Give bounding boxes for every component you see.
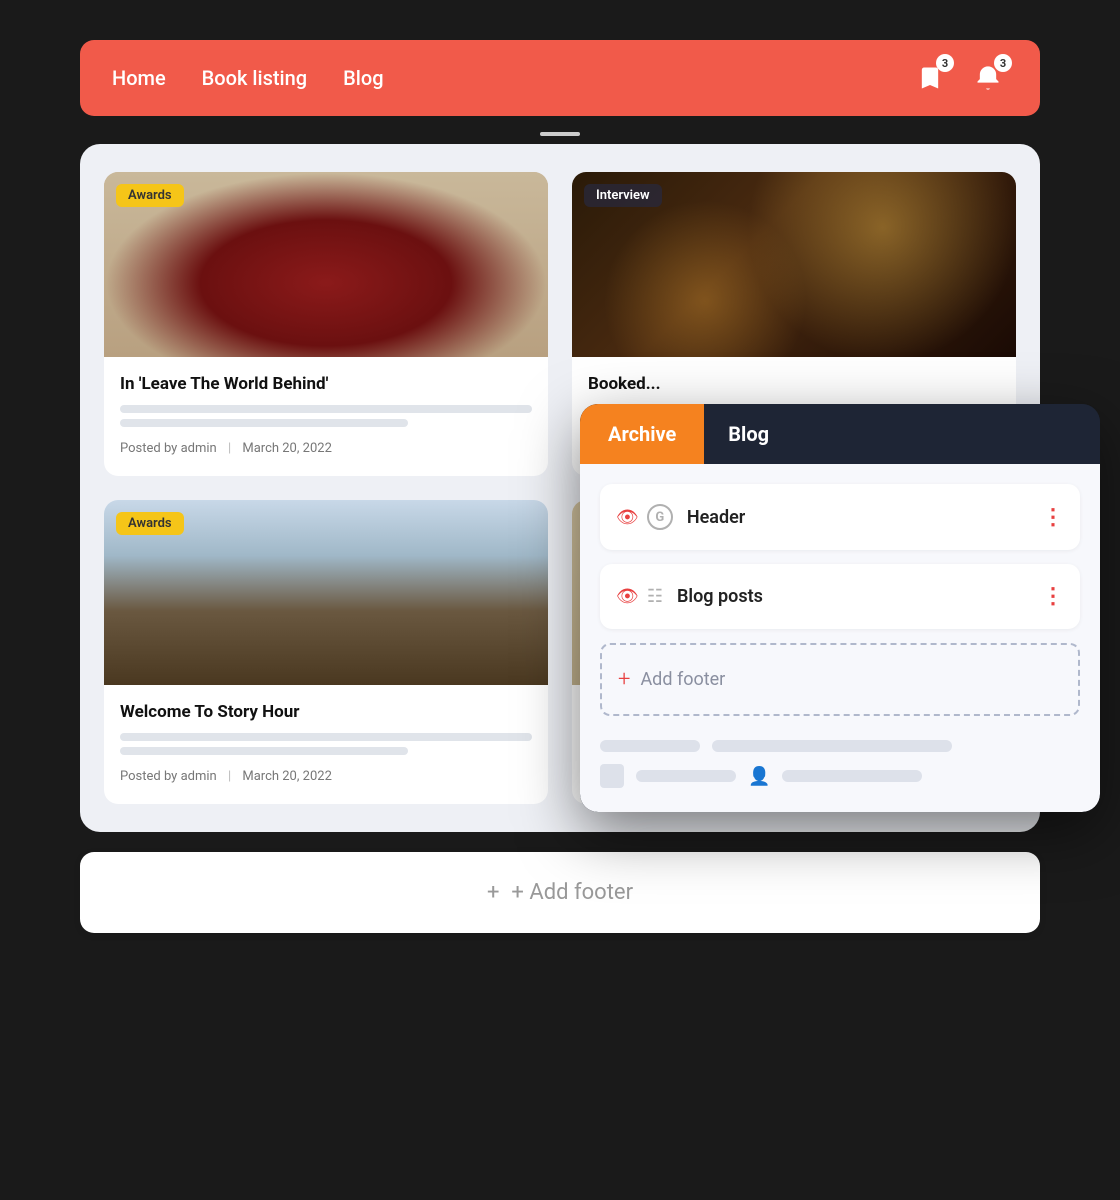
blog-posts-section-label: Blog posts [677,586,1042,607]
card-2-badge: Interview [584,184,662,207]
card-3-separator: | [228,769,234,784]
header-section-row[interactable]: 👁 G Header ⋮ [600,484,1080,550]
blog-card-1[interactable]: Awards In 'Leave The World Behind' Poste… [104,172,548,476]
card-line [120,733,532,741]
nav-home[interactable]: Home [112,66,166,90]
list-icon: ☷ [647,586,663,607]
skeleton-block [712,740,952,752]
header-section-label: Header [687,507,1042,528]
card-3-badge: Awards [116,512,184,535]
nav-blog[interactable]: Blog [343,66,383,90]
skeleton-rows: 👤 [600,732,1080,796]
eye-icon-header: 👁 [616,507,639,528]
skeleton-person-icon: 👤 [748,766,770,787]
card-3-image-wrap: Awards [104,500,548,685]
card-3-author: admin [181,769,217,784]
card-3-lines [120,733,532,755]
nav-book-listing[interactable]: Book listing [202,66,307,90]
bookmark-icon-wrap[interactable]: 3 [910,58,950,98]
skeleton-row-1 [600,740,1080,752]
archive-tab-active[interactable]: Archive [580,404,704,464]
nav-links: Home Book listing Blog [112,66,384,90]
card-3-posted-by: Posted by [120,769,177,784]
card-3-body: Welcome To Story Hour Posted by admin | … [104,685,548,804]
card-line [120,419,408,427]
blog-card-3[interactable]: Awards Welcome To Story Hour Posted by a… [104,500,548,804]
header-section-dots[interactable]: ⋮ [1042,505,1064,530]
card-2-image-wrap: Interview [572,172,1016,357]
card-line [120,747,408,755]
add-footer-dashed-label: Add footer [640,669,725,690]
skeleton-row-2: 👤 [600,764,1080,788]
eye-icon-blog-posts: 👁 [616,586,639,607]
add-footer-dashed[interactable]: + Add footer [600,643,1080,716]
blog-posts-section-dots[interactable]: ⋮ [1042,584,1064,609]
navbar: Home Book listing Blog 3 3 [80,40,1040,116]
header-section-icons: 👁 G [616,504,673,530]
card-1-date: March 20, 2022 [242,441,332,456]
bell-icon-wrap[interactable]: 3 [968,58,1008,98]
bell-badge: 3 [994,54,1012,72]
blog-posts-section-row[interactable]: 👁 ☷ Blog posts ⋮ [600,564,1080,629]
blog-card-container: Awards In 'Leave The World Behind' Poste… [80,144,1040,832]
archive-tab-inactive[interactable]: Blog [704,404,793,464]
skeleton-block [600,740,700,752]
archive-header: Archive Blog [580,404,1100,464]
circle-g-icon: G [647,504,673,530]
main-container: Home Book listing Blog 3 3 [80,40,1040,933]
card-1-body: In 'Leave The World Behind' Posted by ad… [104,357,548,476]
card-1-title: In 'Leave The World Behind' [120,373,532,395]
add-footer-plus-icon: + [618,667,630,692]
nav-icons: 3 3 [910,58,1008,98]
card-1-badge: Awards [116,184,184,207]
archive-panel: Archive Blog 👁 G Header ⋮ 👁 [580,404,1100,812]
card-3-meta: Posted by admin | March 20, 2022 [120,769,532,784]
card-1-meta: Posted by admin | March 20, 2022 [120,441,532,456]
scroll-handle [540,132,580,136]
card-1-author: admin [181,441,217,456]
archive-body: 👁 G Header ⋮ 👁 ☷ Blog posts ⋮ [580,464,1100,812]
card-1-separator: | [228,441,234,456]
blog-posts-section-icons: 👁 ☷ [616,586,663,607]
bottom-add-footer[interactable]: + + Add footer [80,852,1040,933]
card-line [120,405,532,413]
skeleton-block [782,770,922,782]
skeleton-square [600,764,624,788]
card-3-title: Welcome To Story Hour [120,701,532,723]
card-3-date: March 20, 2022 [242,769,332,784]
card-1-posted-by: Posted by [120,441,177,456]
bottom-plus-icon: + [487,880,499,905]
bookmark-badge: 3 [936,54,954,72]
card-1-lines [120,405,532,427]
bottom-footer-label: + Add footer [511,880,633,905]
card-1-image-wrap: Awards [104,172,548,357]
skeleton-block [636,770,736,782]
card-2-title: Booked... [588,373,1000,395]
